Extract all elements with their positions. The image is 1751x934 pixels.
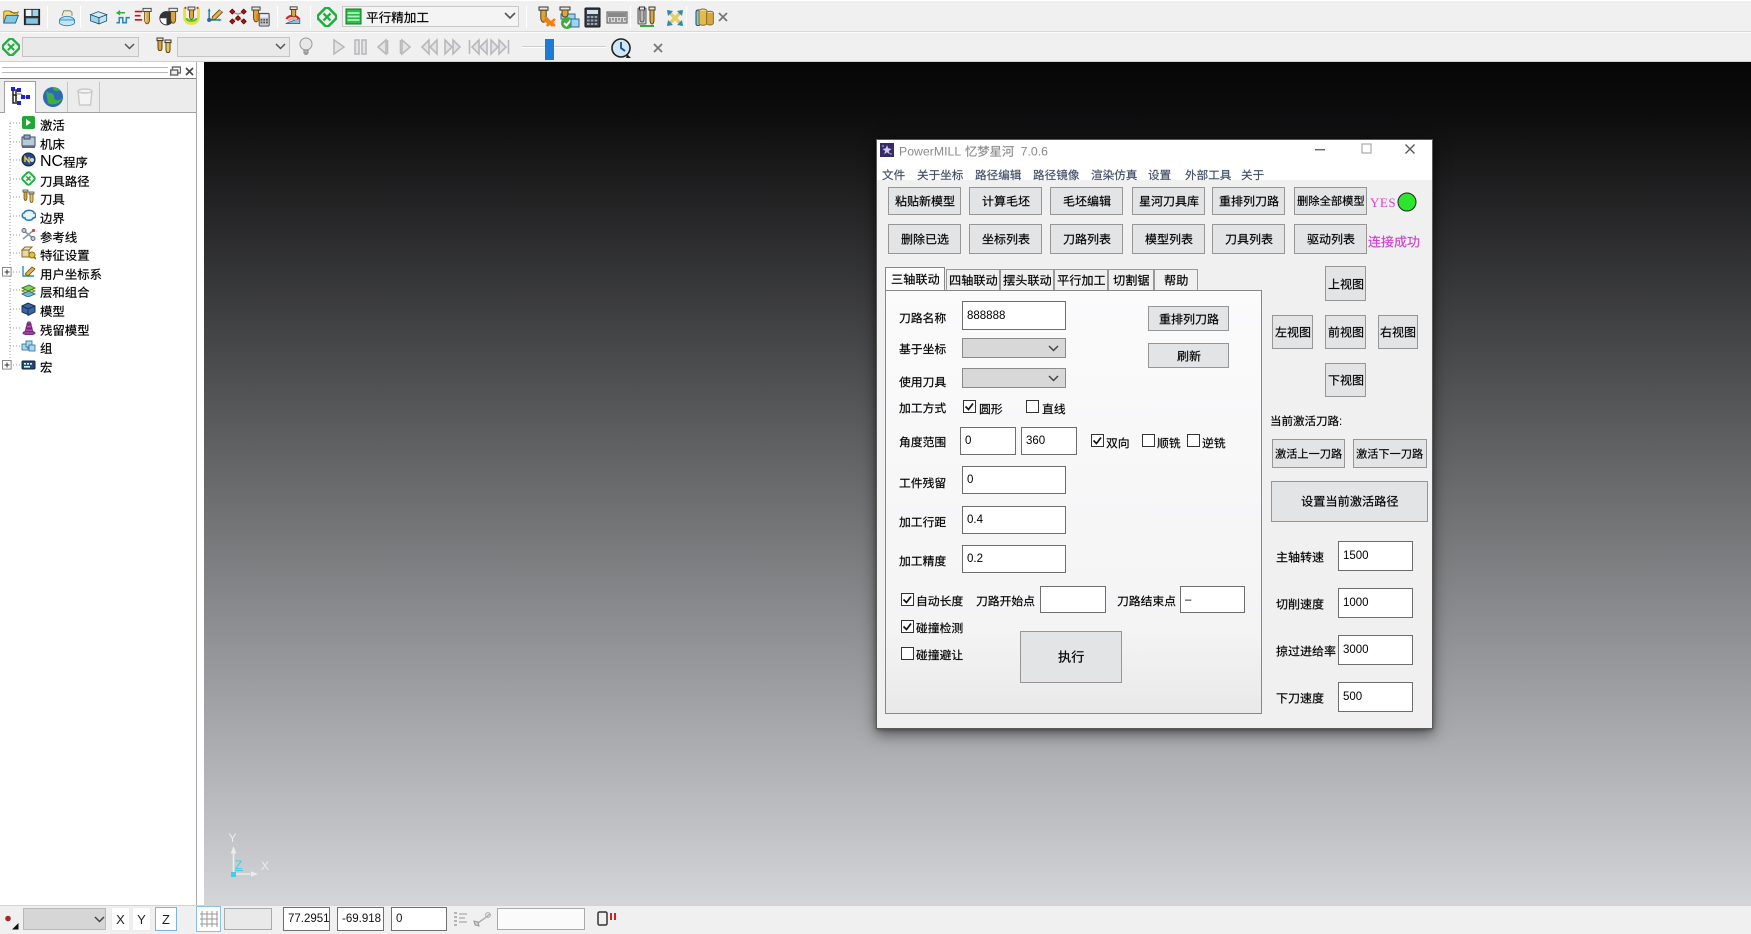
svg-text:X: X <box>261 859 269 873</box>
svg-text:Y: Y <box>229 831 237 845</box>
